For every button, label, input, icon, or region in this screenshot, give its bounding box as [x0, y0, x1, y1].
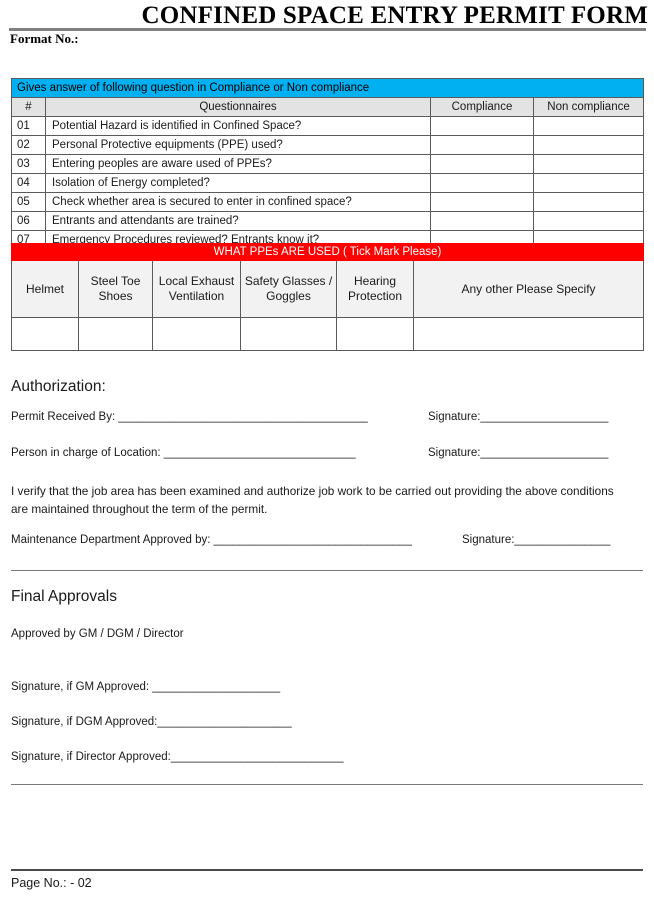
row-non-compliance-cell[interactable] [532, 116, 645, 136]
table-row: 06 Entrants and attendants are trained? [11, 211, 645, 231]
row-non-compliance-cell[interactable] [532, 173, 645, 193]
row-question: Check whether area is secured to enter i… [45, 192, 431, 212]
title-divider [9, 28, 646, 31]
row-non-compliance-cell[interactable] [532, 135, 645, 155]
page-number: Page No.: - 02 [11, 876, 92, 890]
authorization-heading: Authorization: [11, 378, 106, 395]
ppe-column-helmet: Helmet [11, 260, 79, 318]
row-question: Isolation of Energy completed? [45, 173, 431, 193]
ppe-banner: WHAT PPEs ARE USED ( Tick Mark Please) [10, 243, 645, 261]
table-row: 02 Personal Protective equipments (PPE) … [11, 135, 645, 155]
table-row: 03 Entering peoples are aware used of PP… [11, 154, 645, 174]
ppe-tick-helmet[interactable] [11, 317, 79, 351]
ppe-table: WHAT PPEs ARE USED ( Tick Mark Please) H… [10, 243, 645, 351]
section-divider-footer-top [11, 784, 643, 785]
row-number: 02 [11, 135, 46, 155]
ppe-column-safety-glasses-goggles: Safety Glasses / Goggles [240, 260, 337, 318]
row-compliance-cell[interactable] [430, 173, 534, 193]
verification-paragraph: I verify that the job area has been exam… [11, 484, 614, 516]
row-number: 01 [11, 116, 46, 136]
signature-dgm-field[interactable]: Signature, if DGM Approved:_____________… [11, 716, 292, 728]
ppe-tick-any-other-please-specify[interactable] [412, 317, 645, 351]
row-question: Entrants and attendants are trained? [45, 211, 431, 231]
questionnaire-table: Gives answer of following question in Co… [10, 78, 645, 250]
row-non-compliance-cell[interactable] [532, 192, 645, 212]
row-compliance-cell[interactable] [430, 192, 534, 212]
approved-by-label: Approved by GM / DGM / Director [11, 628, 184, 640]
row-compliance-cell[interactable] [430, 211, 534, 231]
maintenance-signature-field[interactable]: Signature:_______________ [462, 534, 610, 546]
row-number: 05 [11, 192, 46, 212]
maintenance-approved-by-field[interactable]: Maintenance Department Approved by: ____… [11, 534, 412, 546]
final-approvals-heading: Final Approvals [11, 588, 117, 605]
column-header-num: # [11, 97, 46, 117]
column-header-non-compliance: Non compliance [532, 97, 645, 117]
person-in-charge-field[interactable]: Person in charge of Location: __________… [11, 447, 356, 459]
signature-director-field[interactable]: Signature, if Director Approved:________… [11, 751, 344, 763]
signature-gm-field[interactable]: Signature, if GM Approved: _____________… [11, 681, 280, 693]
table-row: 01 Potential Hazard is identified in Con… [11, 116, 645, 136]
ppe-tick-local-exhaust-ventilation[interactable] [152, 317, 241, 351]
row-compliance-cell[interactable] [430, 116, 534, 136]
ppe-tick-steel-toe-shoes[interactable] [78, 317, 153, 351]
permit-form-page: CONFINED SPACE ENTRY PERMIT FORM Format … [0, 0, 654, 900]
ppe-tick-hearing-protection[interactable] [336, 317, 414, 351]
permit-received-signature-field[interactable]: Signature:____________________ [428, 411, 608, 423]
footer-divider [11, 869, 643, 871]
ppe-column-any-other-please-specify: Any other Please Specify [412, 260, 645, 318]
ppe-column-local-exhaust-ventilation: Local Exhaust Ventilation [152, 260, 241, 318]
row-question: Potential Hazard is identified in Confin… [45, 116, 431, 136]
ppe-tick-safety-glasses-goggles[interactable] [240, 317, 337, 351]
row-non-compliance-cell[interactable] [532, 154, 645, 174]
questionnaire-banner-row: Gives answer of following question in Co… [10, 78, 645, 98]
format-no-label: Format No.: [10, 31, 79, 46]
table-row: 04 Isolation of Energy completed? [11, 173, 645, 193]
ppe-header-row: Helmet Steel Toe Shoes Local Exhaust Ven… [11, 260, 645, 318]
ppe-column-steel-toe-shoes: Steel Toe Shoes [78, 260, 153, 318]
page-title: CONFINED SPACE ENTRY PERMIT FORM [141, 2, 648, 29]
row-number: 03 [11, 154, 46, 174]
row-question: Personal Protective equipments (PPE) use… [45, 135, 431, 155]
row-compliance-cell[interactable] [430, 154, 534, 174]
section-divider-final-approvals [11, 570, 643, 571]
row-number: 06 [11, 211, 46, 231]
table-row: 05 Check whether area is secured to ente… [11, 192, 645, 212]
row-question: Entering peoples are aware used of PPEs? [45, 154, 431, 174]
row-non-compliance-cell[interactable] [532, 211, 645, 231]
questionnaire-banner: Gives answer of following question in Co… [10, 78, 645, 98]
column-header-questionnaires: Questionnaires [45, 97, 431, 117]
permit-received-by-field[interactable]: Permit Received By: ____________________… [11, 411, 368, 423]
ppe-banner-row: WHAT PPEs ARE USED ( Tick Mark Please) [10, 243, 645, 261]
column-header-compliance: Compliance [430, 97, 534, 117]
questionnaire-header-row: # Questionnaires Compliance Non complian… [11, 97, 645, 117]
row-number: 04 [11, 173, 46, 193]
ppe-tick-row [11, 317, 645, 351]
row-compliance-cell[interactable] [430, 135, 534, 155]
person-in-charge-signature-field[interactable]: Signature:____________________ [428, 447, 608, 459]
ppe-column-hearing-protection: Hearing Protection [336, 260, 414, 318]
